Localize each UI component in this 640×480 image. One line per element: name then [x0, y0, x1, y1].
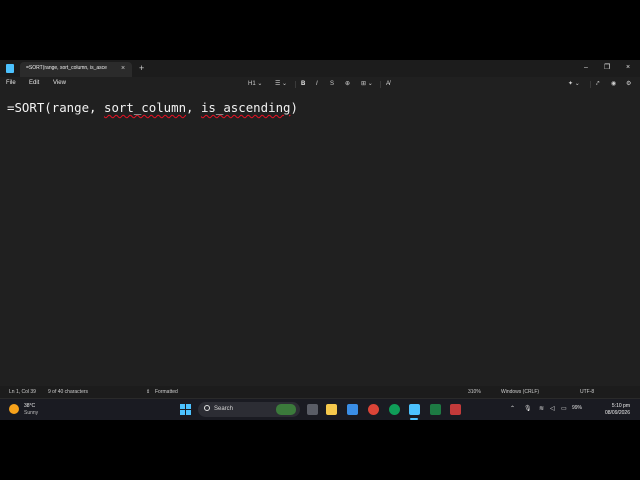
- menu-bar: File Edit View H1 ⌄ ☰ ⌄ B I S ⊕ ⊞ ⌄ A̸ ✦…: [0, 77, 640, 92]
- tab-close-icon[interactable]: ×: [121, 64, 125, 74]
- menu-view[interactable]: View: [53, 80, 66, 86]
- misspelled-word: sort_column: [103, 100, 187, 115]
- weather-condition[interactable]: Sunny: [24, 410, 38, 416]
- sun-icon[interactable]: [9, 404, 19, 414]
- toolbar-divider: [295, 81, 296, 88]
- line-ending[interactable]: Windows (CRLF): [501, 389, 539, 395]
- clock-date[interactable]: 08/09/2026: [590, 410, 630, 416]
- clock-time[interactable]: 5:10 pm: [600, 403, 630, 409]
- share-icon[interactable]: ⤤: [596, 79, 599, 89]
- text-segment: ): [290, 100, 298, 115]
- search-label: Search: [214, 406, 234, 412]
- table-dropdown-icon[interactable]: ⊞ ⌄: [361, 79, 373, 89]
- letterbox-bottom: [0, 420, 640, 480]
- new-tab-icon[interactable]: +: [139, 63, 144, 73]
- misspelled-word: is_ascending: [200, 100, 291, 115]
- start-icon[interactable]: [180, 404, 191, 415]
- chrome-icon[interactable]: [368, 404, 379, 415]
- app-icon[interactable]: [450, 404, 461, 415]
- format-mode[interactable]: Formatted: [155, 389, 178, 395]
- title-bar: =SORT(range, sort_column, is_asce × + – …: [0, 60, 640, 77]
- link-icon[interactable]: ⊕: [345, 79, 350, 89]
- task-view-icon[interactable]: [307, 404, 318, 415]
- battery-percent: 99%: [572, 405, 583, 411]
- zoom-level[interactable]: 310%: [468, 389, 481, 395]
- italic-icon[interactable]: I: [316, 79, 318, 89]
- clear-formatting-icon[interactable]: A̸: [386, 79, 390, 89]
- menu-file[interactable]: File: [6, 80, 16, 86]
- chrome-icon[interactable]: [389, 404, 400, 415]
- heading-dropdown[interactable]: H1 ⌄: [248, 79, 262, 89]
- notepad-icon: [6, 64, 14, 73]
- status-bar: Ln 1, Col 39 9 of 40 characters ⇕ Format…: [0, 386, 640, 398]
- list-dropdown-icon[interactable]: ☰ ⌄: [275, 79, 287, 89]
- excel-icon[interactable]: [430, 404, 441, 415]
- menu-edit[interactable]: Edit: [29, 80, 39, 86]
- notepad-taskbar-icon[interactable]: [409, 404, 420, 415]
- settings-gear-icon[interactable]: ⚙: [626, 79, 631, 89]
- battery-icon[interactable]: ▭: [561, 404, 567, 414]
- document-text: =SORT(range, sort_column, is_ascending): [7, 100, 298, 115]
- toolbar-divider: [590, 81, 591, 88]
- text-segment: ,: [186, 100, 201, 115]
- weather-temperature[interactable]: 38°C: [24, 403, 35, 409]
- copilot-dropdown-icon[interactable]: ✦ ⌄: [568, 79, 580, 89]
- tab-title: =SORT(range, sort_column, is_asce: [26, 65, 107, 71]
- maximize-icon[interactable]: ❐: [604, 63, 610, 73]
- account-icon[interactable]: ◉: [611, 79, 616, 89]
- cursor-position: Ln 1, Col 39: [9, 389, 36, 395]
- close-window-icon[interactable]: ×: [626, 63, 630, 73]
- toolbar-divider: [380, 81, 381, 88]
- document-tab[interactable]: =SORT(range, sort_column, is_asce ×: [20, 62, 132, 77]
- letterbox-top: [0, 0, 640, 60]
- encoding[interactable]: UTF-8: [580, 389, 594, 395]
- text-editor[interactable]: =SORT(range, sort_column, is_ascending): [0, 92, 640, 386]
- strikethrough-icon[interactable]: S: [330, 79, 334, 89]
- search-highlight-icon: [276, 404, 296, 415]
- volume-icon[interactable]: ◁: [550, 404, 555, 414]
- bold-icon[interactable]: B: [301, 79, 305, 89]
- taskbar-search[interactable]: Search: [198, 402, 300, 417]
- markdown-icon: ⇕: [146, 389, 151, 395]
- store-icon[interactable]: [347, 404, 358, 415]
- search-icon: [204, 405, 210, 411]
- character-count: 9 of 40 characters: [48, 389, 89, 395]
- text-segment: =SORT(range,: [7, 100, 104, 115]
- file-explorer-icon[interactable]: [326, 404, 337, 415]
- taskbar: 38°C Sunny Search ⌃ 🎙︎ ≋ ◁ ▭ 99% 5:10 pm…: [0, 398, 640, 420]
- minimize-icon[interactable]: –: [584, 63, 588, 73]
- tray-chevron-icon[interactable]: ⌃: [510, 404, 515, 414]
- notepad-window: =SORT(range, sort_column, is_asce × + – …: [0, 60, 640, 398]
- wifi-icon[interactable]: ≋: [539, 404, 544, 414]
- microphone-icon[interactable]: 🎙︎: [524, 404, 532, 414]
